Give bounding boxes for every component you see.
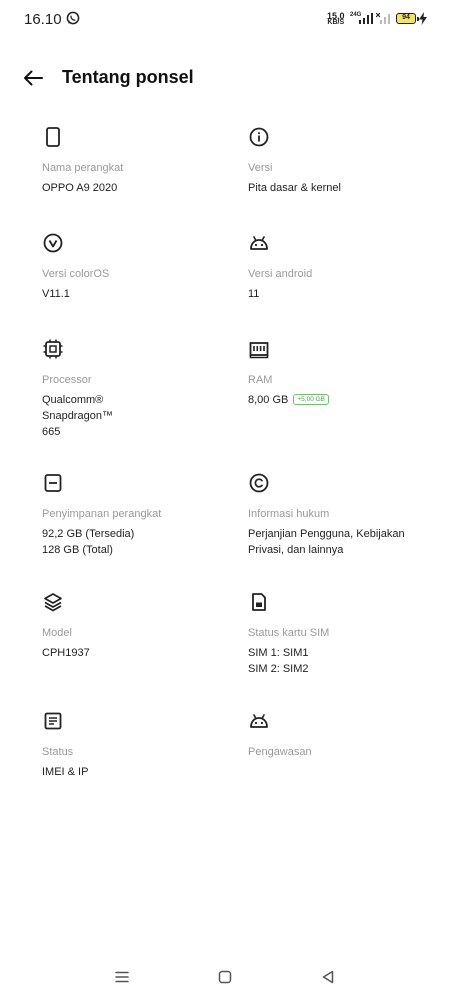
info-row: Model CPH1937 Status kartu SIM SIM 1: SI… [42,591,442,710]
page-title: Tentang ponsel [62,67,194,87]
item-label: Versi colorOS [42,268,110,280]
item-value: SIM 1: SIM1 SIM 2: SIM2 [248,647,309,675]
item-value-wrap: 8,00 GB +5,00 GB [248,392,438,408]
item-value: Perjanjian Pengguna, Kebijakan Privasi, … [248,528,405,556]
item-storage[interactable]: Penyimpanan perangkat 92,2 GB (Tersedia)… [42,472,232,558]
item-value: CPH1937 [42,647,90,659]
status-time: 16.10 [24,11,62,28]
ram-extension-badge: +5,00 GB [293,394,330,405]
ram-icon [249,342,269,359]
app-header: Tentang ponsel [0,58,450,98]
info-row: Penyimpanan perangkat 92,2 GB (Tersedia)… [42,472,442,591]
item-value: Pita dasar & kernel [248,182,341,194]
layers-icon [44,593,62,612]
item-legal-info[interactable]: Informasi hukum Perjanjian Pengguna, Keb… [248,472,438,558]
info-row: Nama perangkat OPPO A9 2020 Versi Pita d… [42,126,442,232]
info-row: Status IMEI & IP Pengawasan [42,710,442,816]
menu-icon [115,971,129,983]
item-label: Model [42,627,72,639]
item-label: Penyimpanan perangkat [42,508,162,520]
item-label: Versi [248,162,273,174]
item-label: Pengawasan [248,746,312,758]
signal-icon [376,13,390,24]
item-android-version[interactable]: Versi android 11 [248,232,438,302]
item-label: Status [42,746,74,758]
device-info-grid: Nama perangkat OPPO A9 2020 Versi Pita d… [42,126,442,816]
navigation-bar [0,958,450,998]
phone-icon [46,127,60,147]
status-bar: 16.10 15,0 KB/S 24G 94 [0,0,450,40]
recents-button[interactable] [111,968,133,986]
item-processor[interactable]: Processor Qualcomm® Snapdragon™ 665 [42,338,232,440]
item-value: 92,2 GB (Tersedia) 128 GB (Total) [42,528,135,556]
storage-icon [44,474,62,492]
item-label: Nama perangkat [42,162,124,174]
arrow-left-icon [24,70,43,86]
home-icon [218,970,232,984]
item-label: Informasi hukum [248,508,330,520]
item-value: 11 [248,288,260,300]
android-icon [250,714,268,728]
item-supervision[interactable]: Pengawasan [248,710,438,764]
item-status[interactable]: Status IMEI & IP [42,710,232,780]
item-sim-status[interactable]: Status kartu SIM SIM 1: SIM1 SIM 2: SIM2 [248,591,438,677]
item-model[interactable]: Model CPH1937 [42,591,232,661]
info-row: Processor Qualcomm® Snapdragon™ 665 RAM … [42,338,442,472]
copyright-icon [249,473,269,493]
item-value: OPPO A9 2020 [42,182,118,194]
info-icon [249,127,269,147]
sim-card-icon [252,593,266,611]
item-label: Processor [42,374,92,386]
signal-icon [359,13,373,24]
item-version[interactable]: Versi Pita dasar & kernel [248,126,438,196]
info-row: Versi colorOS V11.1 Versi android 11 [42,232,442,338]
item-ram[interactable]: RAM 8,00 GB +5,00 GB [248,338,438,408]
back-triangle-icon [322,970,334,984]
item-label: Status kartu SIM [248,627,330,639]
item-value: Qualcomm® Snapdragon™ 665 [42,394,113,438]
battery-indicator: 94 [396,13,419,24]
network-speed-unit: KB/S [327,19,345,26]
back-nav-button[interactable] [317,968,339,986]
item-device-name[interactable]: Nama perangkat OPPO A9 2020 [42,126,232,196]
item-coloros-version[interactable]: Versi colorOS V11.1 [42,232,232,302]
home-button[interactable] [214,968,236,986]
coloros-icon [43,233,63,253]
document-icon [44,712,62,730]
whatsapp-icon [66,11,80,25]
item-label: RAM [248,374,273,386]
item-value: 8,00 GB [248,394,289,406]
network-speed: 15,0 KB/S [327,12,345,27]
item-value: IMEI & IP [42,766,89,778]
charging-bolt-icon [419,12,427,25]
processor-icon [43,339,63,359]
item-label: Versi android [248,268,313,280]
item-value: V11.1 [42,288,70,300]
android-icon [250,236,268,250]
back-button[interactable] [18,64,48,92]
